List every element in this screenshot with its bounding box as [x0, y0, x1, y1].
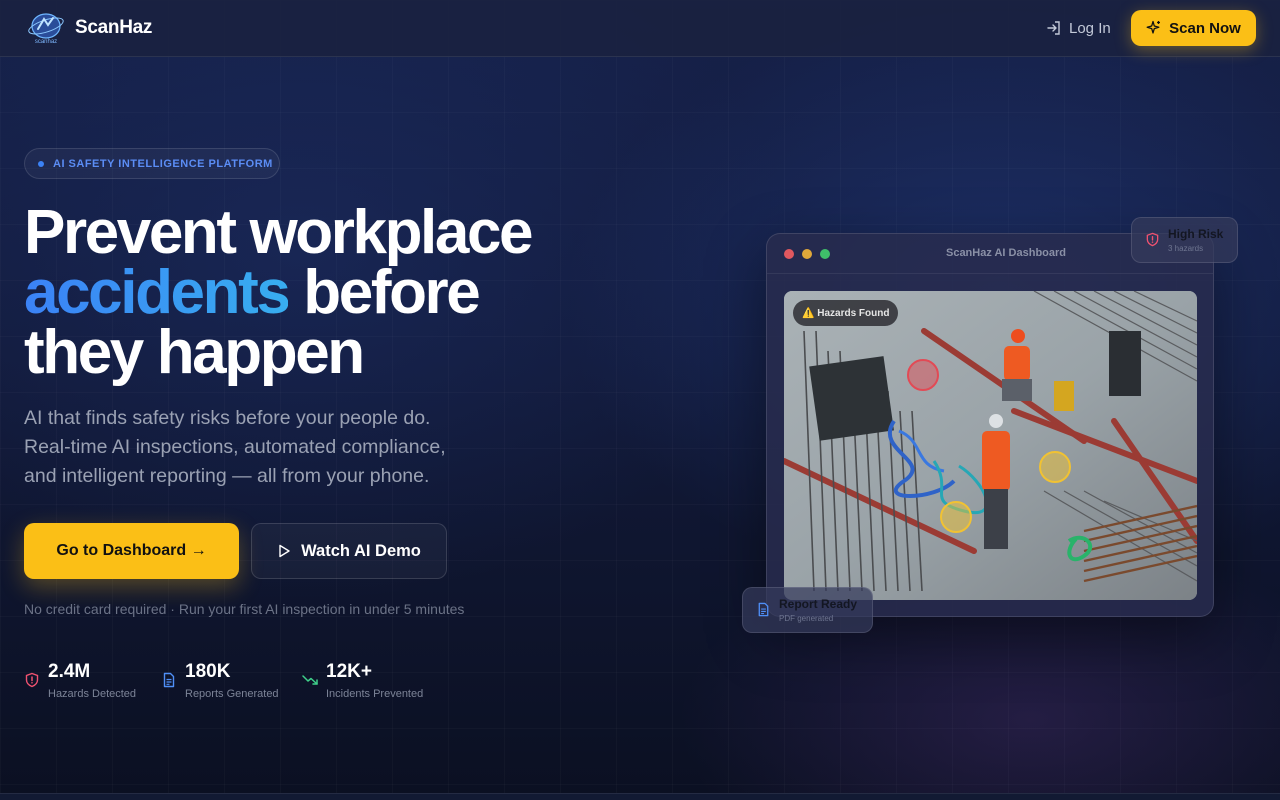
hero-subtitle: AI that finds safety risks before your p… [24, 404, 464, 491]
worker-2-figure [982, 414, 1010, 549]
hazard-marker-yellow-2 [940, 501, 972, 533]
sparkle-icon [1146, 20, 1161, 34]
document-icon [758, 602, 769, 617]
headline-line-1: Prevent workplace [24, 198, 534, 267]
subtitle-line-1: AI that finds safety risks before your p… [24, 407, 431, 429]
watch-demo-label: Watch AI Demo [301, 541, 421, 560]
scanhaz-logo-icon[interactable]: scanhaz [26, 11, 66, 45]
headline-line-3: they happen [24, 318, 365, 387]
construction-site-image: ⚠️ Hazards Found [784, 291, 1197, 600]
hazard-marker-yellow [1039, 451, 1071, 483]
login-label: Log In [1069, 19, 1111, 37]
stat-value: 2.4M [48, 661, 91, 682]
stat-value: 180K [185, 661, 231, 682]
hazards-found-tag: ⚠️ Hazards Found [793, 300, 899, 326]
platform-badge: AI SAFETY INTELLIGENCE PLATFORM [24, 148, 280, 179]
login-icon [1047, 21, 1060, 35]
report-ready-sub: PDF generated [779, 614, 834, 623]
svg-text:scanhaz: scanhaz [35, 39, 57, 45]
stat-label: Incidents Prevented [326, 688, 424, 700]
shield-alert-icon [25, 672, 39, 688]
hero-note: No credit card required · Run your first… [24, 601, 465, 617]
high-risk-card: High Risk 3 hazards [1131, 217, 1238, 263]
subtitle-line-2: Real-time AI inspections, automated comp… [24, 436, 446, 458]
next-section-edge [0, 793, 1280, 800]
scan-now-button[interactable]: Scan Now [1131, 10, 1256, 46]
construction-scene [784, 291, 1197, 600]
document-icon [163, 672, 175, 688]
badge-label: AI SAFETY INTELLIGENCE PLATFORM [53, 157, 273, 170]
high-risk-sub: 3 hazards [1168, 244, 1204, 253]
scan-now-label: Scan Now [1169, 19, 1241, 37]
play-icon [279, 544, 290, 558]
dashboard-preview: ScanHaz AI Dashboard ⚠️ Hazards Found [766, 233, 1214, 617]
stat-label: Hazards Detected [48, 688, 137, 700]
stat-label: Reports Generated [185, 688, 279, 700]
trending-down-icon [302, 675, 318, 685]
report-ready-card: Report Ready PDF generated [742, 587, 873, 633]
headline-line-2: before [288, 258, 481, 327]
hazard-marker-red [907, 359, 939, 391]
top-nav: scanhaz ScanHaz Log In Scan Now [0, 0, 1280, 57]
report-ready-title: Report Ready [779, 597, 858, 611]
go-to-dashboard-button[interactable]: Go to Dashboard → [24, 523, 239, 579]
high-risk-title: High Risk [1168, 227, 1224, 241]
subtitle-line-3: and intelligent reporting — all from you… [24, 465, 430, 487]
stat-value: 12K+ [326, 661, 372, 682]
login-link[interactable]: Log In [1046, 18, 1111, 38]
shield-alert-icon [1146, 232, 1159, 247]
watch-demo-button[interactable]: Watch AI Demo [251, 523, 447, 579]
hero-headline: Prevent workplace accidents before they … [24, 202, 664, 384]
brand-name[interactable]: ScanHaz [75, 17, 152, 39]
headline-accent: accidents [24, 258, 291, 327]
badge-dot-icon [38, 160, 44, 167]
